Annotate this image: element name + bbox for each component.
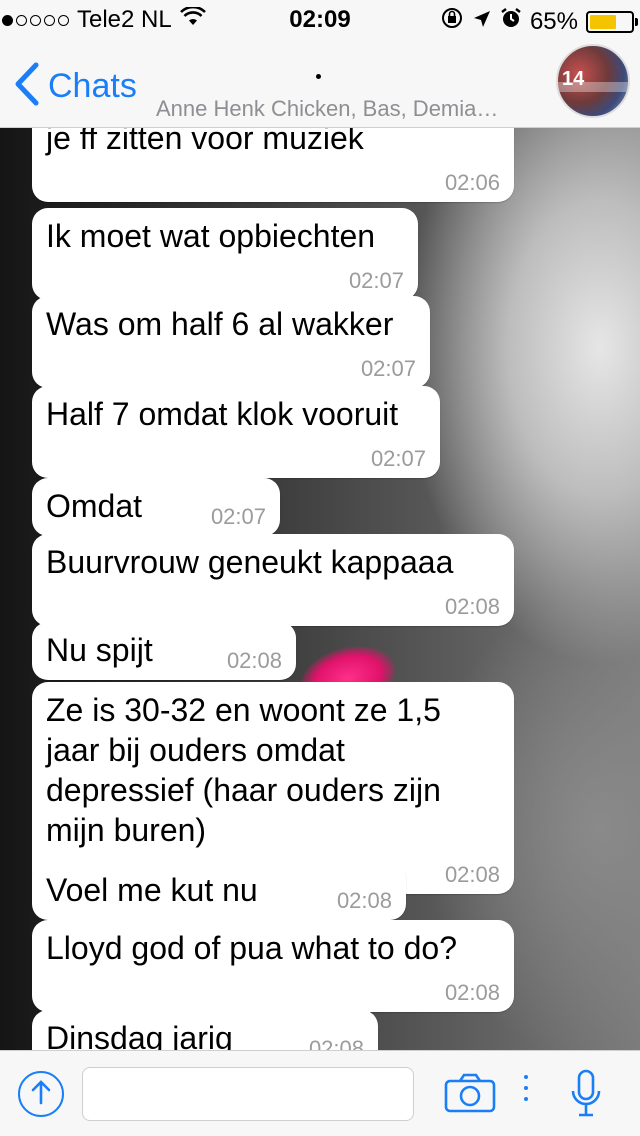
message-timestamp: 02:07 (210, 504, 266, 529)
message-bubble[interactable]: Buurvrouw geneukt kappaaa 02:08 (32, 534, 514, 626)
message-timestamp: 02:08 (308, 1036, 364, 1050)
message-text: Ze is 30-32 en woont ze 1,5 jaar bij oud… (46, 692, 441, 848)
message-bubble[interactable]: Ik moet wat opbiechten 02:07 (32, 208, 418, 300)
message-timestamp: 02:08 (444, 594, 500, 619)
message-text: Half 7 omdat klok vooruit (46, 396, 399, 432)
rotation-lock-icon (440, 6, 464, 37)
chevron-left-icon (14, 62, 40, 111)
battery-fill (590, 14, 616, 29)
more-options-icon[interactable] (524, 1075, 528, 1101)
arrow-up-icon (30, 1079, 52, 1110)
back-label: Chats (48, 67, 137, 105)
message-bubble[interactable]: Half 7 omdat klok vooruit 02:07 (32, 386, 440, 478)
status-icons: 65% (440, 6, 638, 37)
message-timestamp: 02:08 (444, 862, 500, 887)
message-bubble[interactable]: Omdat 02:07 (32, 478, 280, 536)
message-bubble[interactable]: Voel me kut nu 02:08 (32, 862, 406, 920)
message-bubble[interactable]: Nu spijt 02:08 (32, 622, 296, 680)
message-text: Was om half 6 al wakker (46, 306, 394, 342)
camera-button[interactable] (444, 1073, 496, 1118)
battery-percent: 65% (529, 7, 578, 35)
battery-icon (586, 10, 638, 33)
message-bubble[interactable]: Was om half 6 al wakker 02:07 (32, 296, 430, 388)
group-members[interactable]: Anne Henk Chicken, Bas, Demia… (156, 96, 546, 122)
message-timestamp: 02:07 (370, 446, 426, 471)
message-timestamp: 02:08 (444, 980, 500, 1005)
message-timestamp: 02:07 (360, 356, 416, 381)
title-indicator (316, 74, 321, 79)
message-bubble[interactable]: Lloyd god of pua what to do? 02:08 (32, 920, 514, 1012)
chat-area[interactable]: je ff zitten voor muziek 02:06 Ik moet wat… (0, 128, 640, 1050)
message-composer (0, 1050, 640, 1136)
camera-icon (444, 1073, 496, 1117)
message-text: Lloyd god of pua what to do? (46, 930, 457, 966)
message-timestamp: 02:08 (336, 888, 392, 913)
message-input[interactable] (82, 1067, 414, 1121)
back-button[interactable]: Chats (14, 62, 137, 111)
message-text: Ik moet wat opbiechten (46, 218, 376, 254)
message-timestamp: 02:07 (348, 268, 404, 293)
message-timestamp: 02:08 (226, 648, 282, 673)
location-icon (472, 8, 492, 36)
microphone-button[interactable] (570, 1069, 602, 1124)
alarm-icon (500, 7, 522, 36)
message-text: Buurvrouw geneukt kappaaa (46, 544, 454, 580)
group-avatar[interactable]: 14 (556, 44, 630, 118)
navigation-bar: Chats Anne Henk Chicken, Bas, Demia… 14 (0, 40, 640, 128)
microphone-icon (570, 1069, 602, 1123)
share-button[interactable] (18, 1071, 64, 1117)
status-bar: Tele2 NL 02:09 65% (0, 0, 640, 40)
message-bubble[interactable]: je ff zitten voor muziek 02:06 (32, 128, 514, 202)
message-timestamp: 02:06 (444, 170, 500, 195)
message-text: je ff zitten voor muziek (46, 128, 364, 156)
message-bubble[interactable]: Dinsdag jarig 02:08 (32, 1010, 378, 1050)
